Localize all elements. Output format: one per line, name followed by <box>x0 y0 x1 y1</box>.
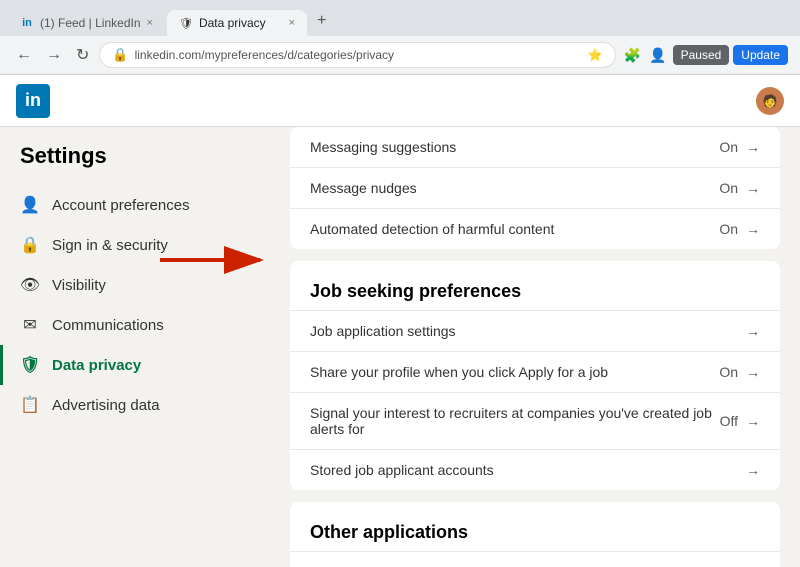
stored-accounts-label: Stored job applicant accounts <box>310 462 738 478</box>
messaging-suggestions-label: Messaging suggestions <box>310 139 719 155</box>
reload-button[interactable]: ↻ <box>72 43 93 67</box>
settings-title: Settings <box>0 143 270 185</box>
dataprivacy-icon: 🛡 <box>20 355 40 375</box>
back-button[interactable]: ← <box>12 44 36 66</box>
signal-interest-value: Off <box>720 413 738 429</box>
messaging-section: Messaging suggestions On → Message nudge… <box>290 127 780 249</box>
messaging-suggestions-value: On <box>719 139 738 155</box>
sidebar-label-visibility: Visibility <box>52 277 106 294</box>
tab-title-privacy: Data privacy <box>199 16 283 30</box>
sidebar-label-advertising: Advertising data <box>52 397 160 414</box>
signal-interest-label: Signal your interest to recruiters at co… <box>310 405 720 437</box>
sidebar-item-communications[interactable]: ✉ Communications <box>0 305 270 345</box>
update-button[interactable]: Update <box>733 45 788 65</box>
job-application-settings-label: Job application settings <box>310 323 738 339</box>
permitted-services-row[interactable]: Permitted services → <box>290 551 780 567</box>
communications-icon: ✉ <box>20 315 40 335</box>
advertising-icon: 📋 <box>20 395 40 415</box>
messaging-suggestions-row[interactable]: Messaging suggestions On → <box>290 127 780 167</box>
message-nudges-arrow: → <box>746 180 760 196</box>
tab-favicon-feed: in <box>20 16 34 30</box>
paused-button[interactable]: Paused <box>673 45 730 65</box>
sidebar: Settings 👤 Account preferences 🔒 Sign in… <box>0 127 270 567</box>
sidebar-item-dataprivacy[interactable]: 🛡 Data privacy <box>0 345 270 385</box>
share-profile-apply-arrow: → <box>746 364 760 380</box>
job-seeking-section: Job seeking preferences Job application … <box>290 261 780 490</box>
message-nudges-label: Message nudges <box>310 180 719 196</box>
share-profile-apply-label: Share your profile when you click Apply … <box>310 364 719 380</box>
other-apps-title: Other applications <box>290 502 780 551</box>
message-nudges-value: On <box>719 180 738 196</box>
sidebar-label-dataprivacy: Data privacy <box>52 357 141 374</box>
account-icon: 👤 <box>20 195 40 215</box>
job-application-settings-row[interactable]: Job application settings → <box>290 310 780 351</box>
visibility-icon: 👁 <box>20 275 40 295</box>
sidebar-item-visibility[interactable]: 👁 Visibility <box>0 265 270 305</box>
tab-feed[interactable]: in (1) Feed | LinkedIn × <box>8 10 165 36</box>
sidebar-item-signin[interactable]: 🔒 Sign in & security <box>0 225 270 265</box>
share-profile-apply-value: On <box>719 364 738 380</box>
other-apps-section: Other applications Permitted services → … <box>290 502 780 567</box>
address-bar[interactable]: 🔒 linkedin.com/mypreferences/d/categorie… <box>99 42 615 68</box>
linkedin-header: in 🧑 <box>0 75 800 127</box>
sidebar-label-signin: Sign in & security <box>52 237 168 254</box>
user-avatar[interactable]: 🧑 <box>756 87 784 115</box>
share-profile-apply-row[interactable]: Share your profile when you click Apply … <box>290 351 780 392</box>
tab-close-feed[interactable]: × <box>147 17 153 29</box>
messaging-suggestions-arrow: → <box>746 139 760 155</box>
signin-icon: 🔒 <box>20 235 40 255</box>
signal-interest-arrow: → <box>746 413 760 429</box>
linkedin-logo[interactable]: in <box>16 84 50 118</box>
sidebar-item-account[interactable]: 👤 Account preferences <box>0 185 270 225</box>
job-application-settings-arrow: → <box>746 323 760 339</box>
message-nudges-row[interactable]: Message nudges On → <box>290 167 780 208</box>
forward-button[interactable]: → <box>42 44 66 66</box>
address-text: linkedin.com/mypreferences/d/categories/… <box>135 48 582 62</box>
stored-accounts-arrow: → <box>746 462 760 478</box>
tab-favicon-privacy: 🛡 <box>179 16 193 30</box>
tab-title-feed: (1) Feed | LinkedIn <box>40 16 141 30</box>
sidebar-label-communications: Communications <box>52 317 164 334</box>
browser-nav-icons: 🧩 👤 Paused Update <box>622 45 788 66</box>
automated-detection-label: Automated detection of harmful content <box>310 221 719 237</box>
signal-interest-row[interactable]: Signal your interest to recruiters at co… <box>290 392 780 449</box>
automated-detection-value: On <box>719 221 738 237</box>
automated-detection-arrow: → <box>746 221 760 237</box>
job-seeking-title: Job seeking preferences <box>290 261 780 310</box>
app-layout: Settings 👤 Account preferences 🔒 Sign in… <box>0 127 800 567</box>
tab-privacy[interactable]: 🛡 Data privacy × <box>167 10 307 36</box>
main-content: Messaging suggestions On → Message nudge… <box>270 127 800 567</box>
sidebar-label-account: Account preferences <box>52 197 190 214</box>
extensions-button[interactable]: 🧩 <box>622 45 643 66</box>
tab-close-privacy[interactable]: × <box>289 17 295 29</box>
sidebar-item-advertising[interactable]: 📋 Advertising data <box>0 385 270 425</box>
add-tab-button[interactable]: + <box>309 6 334 36</box>
automated-detection-row[interactable]: Automated detection of harmful content O… <box>290 208 780 249</box>
profile-button[interactable]: 👤 <box>647 45 668 66</box>
stored-accounts-row[interactable]: Stored job applicant accounts → <box>290 449 780 490</box>
